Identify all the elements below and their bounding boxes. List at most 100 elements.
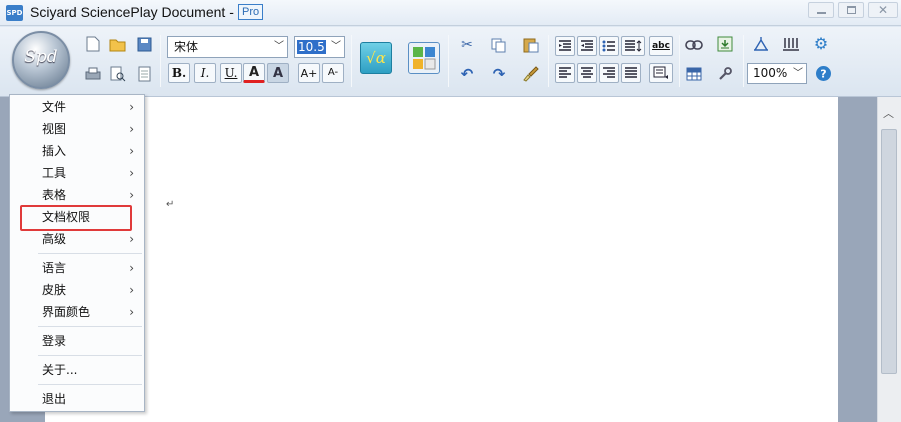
redo-button[interactable]: ↷ — [489, 64, 509, 84]
align-center-button[interactable] — [577, 63, 597, 83]
cut-button[interactable]: ✂ — [457, 35, 477, 55]
menu-item-label: 插入 — [42, 144, 67, 158]
spell-check-button[interactable]: abc — [649, 36, 673, 56]
decrease-indent-button[interactable] — [555, 36, 575, 56]
format-painter-button[interactable] — [521, 64, 541, 84]
columns-icon — [783, 38, 799, 51]
menu-item-table[interactable]: 表格 › — [10, 184, 144, 206]
options-button[interactable]: ⚙ — [811, 34, 831, 54]
menu-item-language[interactable]: 语言 › — [10, 257, 144, 279]
document-page[interactable] — [45, 97, 838, 422]
toolbar-separator — [743, 35, 744, 87]
underline-button[interactable]: U. — [220, 63, 242, 83]
page-icon — [138, 66, 150, 82]
align-left-icon — [559, 67, 571, 78]
menu-item-view[interactable]: 视图 › — [10, 118, 144, 140]
increase-indent-button[interactable] — [577, 36, 597, 56]
menu-separator — [38, 326, 142, 327]
borders-button[interactable] — [649, 63, 673, 83]
undo-icon: ↶ — [460, 64, 474, 83]
menu-item-skin[interactable]: 皮肤 › — [10, 279, 144, 301]
menu-item-label: 视图 — [42, 122, 67, 136]
close-button[interactable]: ✕ — [868, 2, 898, 18]
menu-item-login[interactable]: 登录 — [10, 330, 144, 352]
scroll-thumb[interactable] — [881, 129, 897, 374]
zoom-select[interactable]: 100% ﹀ — [747, 63, 807, 84]
menu-item-advanced[interactable]: 高级 › — [10, 228, 144, 250]
chevron-right-icon: › — [129, 144, 134, 158]
font-name-value: 宋体 — [174, 40, 199, 54]
chevron-down-icon: ﹀ — [793, 68, 803, 79]
chevron-right-icon: › — [129, 232, 134, 246]
chevron-right-icon: › — [129, 188, 134, 202]
menu-item-label: 文件 — [42, 100, 67, 114]
paste-icon — [523, 38, 539, 53]
paste-button[interactable] — [521, 35, 541, 55]
measure-button[interactable] — [751, 34, 771, 54]
new-document-button[interactable] — [83, 34, 103, 54]
text-highlight-button[interactable]: A — [267, 63, 289, 83]
menu-item-file[interactable]: 文件 › — [10, 96, 144, 118]
open-button[interactable] — [108, 34, 128, 54]
line-spacing-icon — [625, 40, 642, 52]
grow-font-button[interactable]: A+ — [298, 63, 320, 83]
settings-tool-button[interactable] — [715, 64, 735, 84]
insert-image-button[interactable] — [715, 34, 735, 54]
print-button[interactable] — [83, 64, 103, 84]
font-size-select[interactable]: 10.5 ﹀ — [294, 36, 345, 58]
help-button[interactable]: ? — [813, 63, 833, 83]
line-spacing-button[interactable] — [621, 36, 645, 56]
svg-text:?: ? — [820, 67, 826, 80]
folder-open-icon — [109, 39, 126, 51]
toolbar-separator — [679, 35, 680, 87]
scroll-up-icon[interactable]: ︿ — [883, 105, 894, 121]
maximize-button[interactable] — [838, 2, 864, 18]
menu-item-interface-color[interactable]: 界面颜色 › — [10, 301, 144, 323]
align-right-button[interactable] — [599, 63, 619, 83]
menu-item-about[interactable]: 关于... — [10, 359, 144, 381]
align-left-button[interactable] — [555, 63, 575, 83]
columns-button[interactable] — [781, 34, 801, 54]
save-button[interactable] — [134, 34, 154, 54]
toolbar-separator — [448, 35, 449, 87]
orb-logo: Spd — [24, 47, 58, 67]
print-preview-button[interactable] — [108, 64, 128, 84]
undo-button[interactable]: ↶ — [457, 64, 477, 84]
help-icon: ? — [815, 65, 831, 81]
maximize-icon — [847, 6, 856, 14]
justify-button[interactable] — [621, 63, 641, 83]
bullet-list-button[interactable] — [599, 36, 619, 56]
zoom-value: 100% — [753, 66, 788, 80]
font-size-value: 10.5 — [297, 40, 326, 54]
border-icon — [653, 66, 668, 79]
menu-item-insert[interactable]: 插入 › — [10, 140, 144, 162]
align-justify-icon — [625, 67, 637, 78]
app-menu-orb[interactable]: Spd — [12, 31, 70, 89]
menu-item-label: 界面颜色 — [42, 305, 91, 319]
insert-table-button[interactable] — [684, 64, 704, 84]
save-icon — [137, 37, 151, 51]
minimize-button[interactable] — [808, 2, 834, 18]
font-color-button[interactable]: A — [243, 63, 265, 83]
bold-button[interactable]: B. — [168, 63, 190, 83]
page-setup-button[interactable] — [134, 64, 154, 84]
menu-item-tools[interactable]: 工具 › — [10, 162, 144, 184]
new-document-icon — [86, 36, 100, 52]
image-icon — [717, 36, 733, 52]
toolbar: Spd 宋体 ﹀ 10.5 ﹀ B. I. U. A A A+ A- √α ✂ — [0, 27, 901, 97]
font-name-select[interactable]: 宋体 ﹀ — [167, 36, 288, 58]
menu-item-exit[interactable]: 退出 — [10, 388, 144, 410]
link-icon — [685, 40, 703, 50]
shrink-font-button[interactable]: A- — [322, 63, 344, 83]
chevron-right-icon: › — [129, 305, 134, 319]
insert-link-button[interactable] — [684, 35, 704, 55]
insert-object-button[interactable] — [408, 42, 440, 74]
vertical-scrollbar[interactable]: ︿ — [877, 97, 901, 422]
copy-button[interactable] — [489, 35, 509, 55]
indent-icon — [581, 40, 593, 51]
formula-editor-button[interactable]: √α — [360, 42, 392, 74]
chevron-right-icon: › — [129, 261, 134, 275]
bullet-list-icon — [602, 40, 615, 52]
table-icon — [686, 67, 702, 81]
italic-button[interactable]: I. — [194, 63, 216, 83]
